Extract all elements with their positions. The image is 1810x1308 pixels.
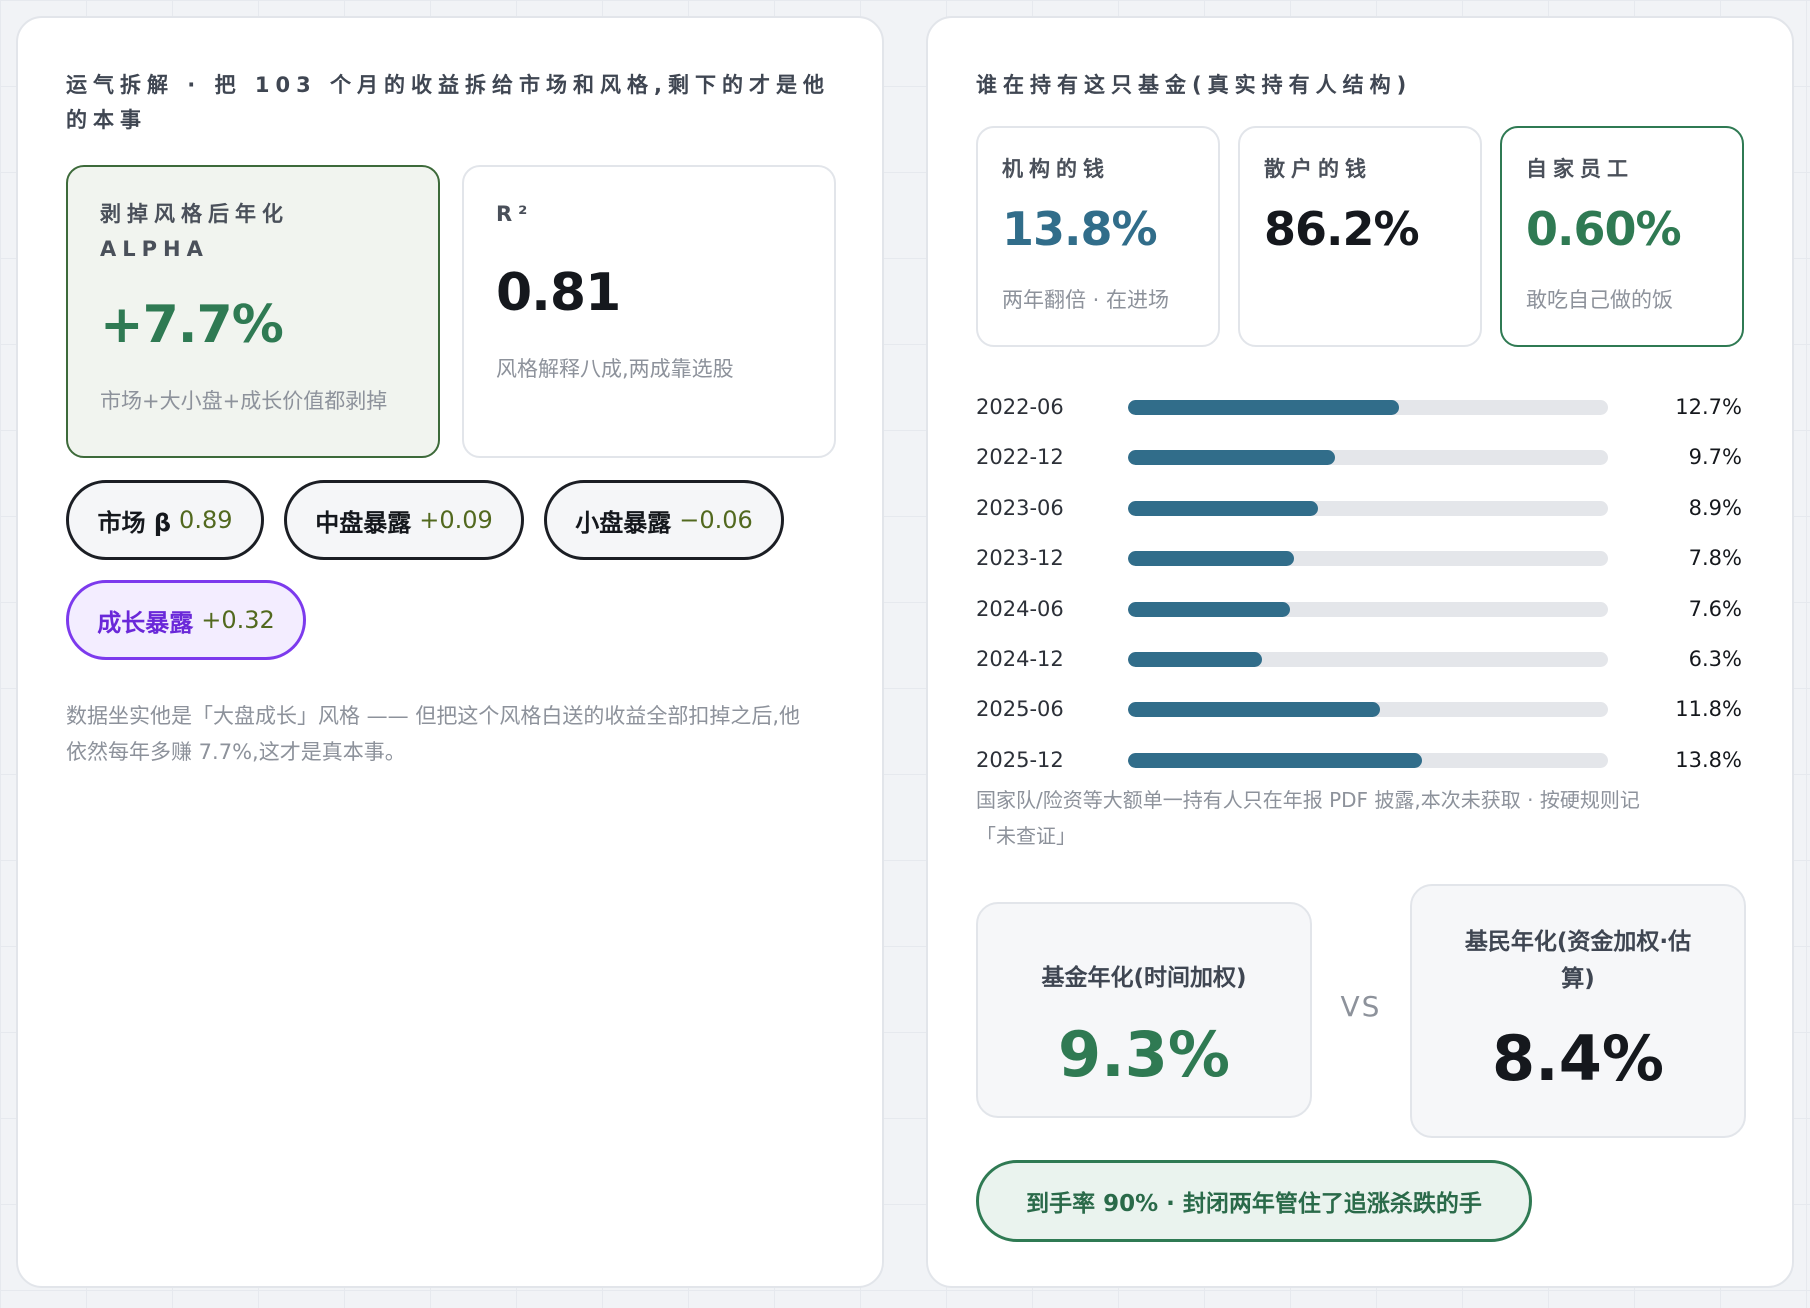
history-row: 2023-06 8.9% — [976, 490, 1742, 526]
holder-note: 敢吃自己做的饭 — [1526, 288, 1673, 312]
alpha-label-line-1: 剥掉风格后年化 — [100, 202, 289, 226]
holder-structure-card: 谁在持有这只基金(真实持有人结构) 机构的钱 13.8% 两年翻倍 · 在进场 … — [926, 16, 1794, 1288]
footnote-line-2: 依然每年多赚 7.7%,这才是真本事。 — [66, 740, 406, 764]
history-value: 6.3% — [1688, 647, 1742, 671]
fund-return-value: 9.3% — [1058, 1018, 1230, 1091]
history-date: 2025-06 — [976, 697, 1064, 722]
heading-line-1: 运气拆解 · 把 103 个月的收益拆给市场和风格,剩下的才是他 — [66, 73, 831, 97]
holder-note: 两年翻倍 · 在进场 — [1002, 288, 1170, 312]
history-value: 7.8% — [1688, 546, 1742, 571]
history-bar-fill — [1128, 601, 1291, 617]
history-bar-fill — [1128, 752, 1423, 768]
history-bar-track — [1128, 450, 1608, 466]
investor-return-value: 8.4% — [1492, 1022, 1664, 1095]
exposure-name: 市场 β — [97, 508, 172, 537]
exposure-name: 中盘暴露 — [315, 508, 412, 537]
exposure-pill-mid-cap[interactable]: 中盘暴露 +0.09 — [284, 480, 524, 560]
exposure-value: +0.09 — [419, 506, 493, 534]
history-bar-fill — [1128, 450, 1335, 466]
history-bar-track — [1128, 752, 1608, 768]
history-footnote: 国家队/险资等大额单一持有人只在年报 PDF 披露,本次未获取 · 按硬规则记 … — [976, 782, 1640, 854]
r-squared-note: 风格解释八成,两成靠选股 — [496, 357, 734, 381]
history-date: 2023-06 — [976, 495, 1064, 520]
history-bar-fill — [1128, 500, 1318, 516]
alpha-decomposition-card: 运气拆解 · 把 103 个月的收益拆给市场和风格,剩下的才是他 的本事 剥掉风… — [16, 16, 884, 1288]
history-date: 2022-06 — [976, 395, 1064, 419]
history-bar-track — [1128, 601, 1608, 617]
holder-label: 机构的钱 — [1002, 157, 1110, 181]
history-note-line-2: 「未查证」 — [976, 824, 1076, 848]
alpha-label: 剥掉风格后年化 ALPHA — [100, 197, 289, 267]
decomposition-footnote: 数据坐实他是「大盘成长」风格 —— 但把这个风格白送的收益全部扣掉之后,他 依然… — [66, 698, 800, 770]
section-heading: 谁在持有这只基金(真实持有人结构) — [976, 73, 1413, 97]
history-date: 2022-12 — [976, 445, 1064, 470]
section-heading: 运气拆解 · 把 103 个月的收益拆给市场和风格,剩下的才是他 的本事 — [66, 68, 830, 138]
alpha-value: +7.7% — [100, 295, 284, 355]
exposure-value: +0.32 — [201, 606, 275, 634]
alpha-label-line-2: ALPHA — [100, 237, 209, 261]
history-bar-track — [1128, 652, 1608, 667]
history-date: 2023-12 — [976, 546, 1064, 571]
history-bar-track — [1128, 702, 1608, 718]
history-value: 12.7% — [1675, 395, 1742, 419]
exposure-pill-market-beta[interactable]: 市场 β 0.89 — [66, 480, 264, 560]
exposure-pill-small-cap[interactable]: 小盘暴露 −0.06 — [544, 480, 784, 560]
history-row: 2025-12 13.8% — [976, 742, 1742, 778]
history-value: 13.8% — [1675, 747, 1742, 772]
alpha-note: 市场+大小盘+成长价值都剥掉 — [100, 389, 388, 413]
holder-value: 0.60% — [1526, 202, 1682, 256]
history-note-line-1: 国家队/险资等大额单一持有人只在年报 PDF 披露,本次未获取 · 按硬规则记 — [976, 788, 1640, 812]
history-value: 7.6% — [1688, 596, 1742, 621]
holder-value: 86.2% — [1264, 202, 1420, 256]
r-squared-value: 0.81 — [496, 263, 621, 323]
exposure-name: 小盘暴露 — [575, 508, 672, 537]
history-bar-fill — [1128, 551, 1295, 567]
alpha-box: 剥掉风格后年化 ALPHA +7.7% 市场+大小盘+成长价值都剥掉 — [66, 165, 440, 458]
history-row: 2025-06 11.8% — [976, 691, 1742, 727]
history-value: 11.8% — [1675, 697, 1742, 722]
history-row: 2024-12 6.3% — [976, 641, 1742, 677]
footnote-line-1: 数据坐实他是「大盘成长」风格 —— 但把这个风格白送的收益全部扣掉之后,他 — [66, 704, 801, 728]
history-value: 8.9% — [1688, 495, 1742, 520]
history-bar-fill — [1128, 652, 1263, 667]
history-row: 2022-06 12.7% — [976, 389, 1742, 425]
holder-retail-box: 散户的钱 86.2% — [1238, 126, 1482, 347]
exposure-value: −0.06 — [679, 506, 753, 534]
r-squared-box: R² 0.81 风格解释八成,两成靠选股 — [462, 165, 836, 458]
history-bar-track — [1128, 400, 1608, 415]
history-bar-fill — [1128, 400, 1399, 415]
history-row: 2024-06 7.6% — [976, 591, 1742, 627]
history-row: 2022-12 9.7% — [976, 439, 1742, 475]
exposure-name: 成长暴露 — [97, 608, 194, 637]
holder-institutional-box: 机构的钱 13.8% 两年翻倍 · 在进场 — [976, 126, 1220, 347]
history-date: 2025-12 — [976, 747, 1064, 772]
holder-label: 散户的钱 — [1264, 157, 1372, 181]
history-row: 2023-12 7.8% — [976, 540, 1742, 576]
history-date: 2024-06 — [976, 596, 1064, 621]
heading-line-2: 的本事 — [66, 108, 147, 132]
exposure-value: 0.89 — [179, 506, 233, 534]
history-bar-fill — [1128, 702, 1380, 718]
investor-return-label: 基民年化(资金加权·估算) — [1464, 929, 1692, 992]
history-bar-track — [1128, 551, 1608, 567]
history-bar-track — [1128, 500, 1608, 516]
fund-return-box: 基金年化(时间加权) 9.3% — [976, 902, 1312, 1118]
holder-label: 自家员工 — [1526, 157, 1634, 181]
payout-ratio-pill[interactable]: 到手率 90% · 封闭两年管住了追涨杀跌的手 — [976, 1160, 1532, 1242]
r-squared-label: R² — [496, 202, 534, 226]
holder-employee-box: 自家员工 0.60% 敢吃自己做的饭 — [1500, 126, 1744, 347]
history-value: 9.7% — [1688, 445, 1742, 470]
holder-value: 13.8% — [1002, 202, 1158, 256]
versus-label: VS — [1340, 990, 1382, 1023]
history-date: 2024-12 — [976, 647, 1064, 671]
investor-return-box: 基民年化(资金加权·估算) 8.4% — [1410, 884, 1746, 1138]
fund-return-label: 基金年化(时间加权) — [1041, 965, 1247, 991]
exposure-pill-growth[interactable]: 成长暴露 +0.32 — [66, 580, 306, 660]
